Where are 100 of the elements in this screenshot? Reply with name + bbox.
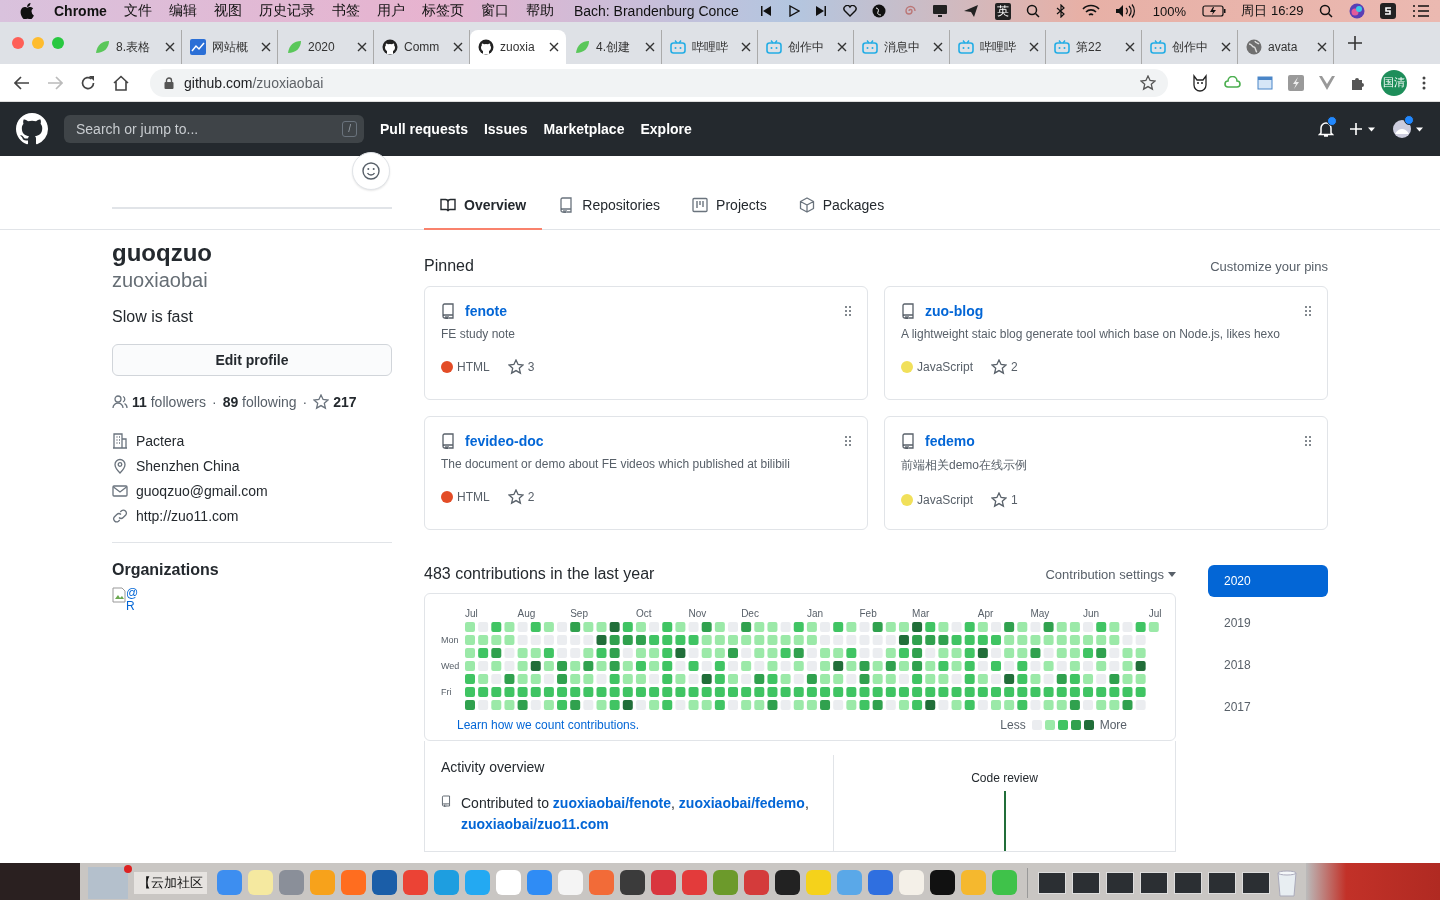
header-link[interactable]: Pull requests: [380, 121, 468, 137]
bell-icon[interactable]: [1318, 120, 1334, 138]
menu-item[interactable]: 历史记录: [258, 2, 315, 20]
contribution-settings-dropdown[interactable]: Contribution settings: [1045, 566, 1176, 582]
cloud-icon[interactable]: [1224, 75, 1242, 90]
drag-handle-icon[interactable]: [1305, 436, 1311, 446]
menu-item[interactable]: 窗口: [480, 2, 509, 20]
learn-contributions-link[interactable]: Learn how we count contributions.: [457, 718, 640, 732]
play-icon[interactable]: [787, 5, 800, 17]
profile-tab[interactable]: Overview: [424, 182, 543, 230]
menu-item[interactable]: 书签: [331, 2, 360, 20]
profile-link[interactable]: guoqzuo@gmail.com: [136, 482, 268, 499]
header-link[interactable]: Marketplace: [543, 121, 625, 137]
window-icon[interactable]: [1257, 75, 1273, 90]
menu-item[interactable]: 文件: [123, 2, 152, 20]
home-icon[interactable]: [113, 74, 129, 91]
window-thumbnail[interactable]: [1038, 871, 1066, 894]
bluetooth-icon[interactable]: [1056, 4, 1066, 18]
paper-plane-icon[interactable]: [963, 4, 980, 18]
close-icon[interactable]: [357, 42, 367, 52]
close-icon[interactable]: [453, 42, 463, 52]
menu-item[interactable]: 视图: [213, 2, 242, 20]
menu-item[interactable]: 帮助: [525, 2, 554, 20]
apple-icon[interactable]: [20, 3, 34, 19]
app-menu[interactable]: Chrome: [54, 3, 107, 19]
lightning-icon[interactable]: [1288, 74, 1304, 91]
input-method[interactable]: 英: [994, 2, 1011, 20]
app-icon[interactable]: [775, 870, 800, 895]
github-logo-icon[interactable]: [16, 113, 48, 145]
header-link[interactable]: Explore: [640, 121, 692, 137]
header-link[interactable]: Issues: [483, 121, 528, 137]
close-icon[interactable]: [837, 42, 847, 52]
vue-icon[interactable]: [1319, 75, 1335, 90]
profile-tab[interactable]: Repositories: [542, 182, 677, 230]
window-thumbnail[interactable]: [1140, 871, 1168, 894]
clock[interactable]: 周日 16:29: [1241, 2, 1304, 20]
year-filter[interactable]: 2019: [1208, 607, 1328, 639]
battery-icon[interactable]: [1201, 5, 1226, 17]
drag-handle-icon[interactable]: [1305, 306, 1311, 316]
star-count[interactable]: 3: [527, 360, 535, 374]
close-icon[interactable]: [741, 42, 751, 52]
profile-tab[interactable]: Packages: [782, 182, 901, 230]
heart-icon[interactable]: [842, 5, 857, 17]
window-thumbnail[interactable]: [88, 866, 128, 899]
window-thumbnail[interactable]: [1208, 871, 1236, 894]
edit-profile-button[interactable]: Edit profile: [112, 344, 392, 376]
repo-link[interactable]: zuoxiaobai/zuo11.com: [461, 816, 609, 832]
window-title[interactable]: 【云加社区: [134, 871, 207, 894]
monitor-icon[interactable]: [931, 4, 948, 18]
orb-icon[interactable]: [1348, 3, 1365, 19]
repo-link[interactable]: zuoxiaobai/fedemo: [678, 795, 805, 811]
followers-link[interactable]: 11 followers: [132, 394, 206, 410]
app-icon[interactable]: [620, 870, 645, 895]
browser-tab[interactable]: zuoxia: [470, 30, 566, 64]
close-icon[interactable]: [261, 42, 271, 52]
close-icon[interactable]: [549, 42, 559, 52]
wifi-icon[interactable]: [1081, 4, 1100, 18]
app-icon[interactable]: [930, 870, 955, 895]
address-bar[interactable]: github.com/zuoxiaobai: [150, 68, 1168, 97]
emoji-button[interactable]: [352, 152, 390, 190]
menu-item[interactable]: 用户: [376, 2, 405, 20]
back-icon[interactable]: [14, 75, 30, 90]
customize-pins-link[interactable]: Customize your pins: [1210, 258, 1328, 274]
reload-icon[interactable]: [80, 74, 96, 91]
window-thumbnail[interactable]: [1242, 871, 1270, 894]
lock-icon[interactable]: [164, 76, 174, 89]
repo-link[interactable]: zuoxiaobai/fenote: [552, 795, 672, 811]
more-icon[interactable]: [1422, 75, 1426, 90]
close-icon[interactable]: [1125, 42, 1135, 52]
repo-link[interactable]: fedemo: [925, 433, 975, 449]
year-filter[interactable]: 2017: [1208, 691, 1328, 723]
year-filter[interactable]: 2018: [1208, 649, 1328, 681]
drag-handle-icon[interactable]: [845, 306, 851, 316]
close-icon[interactable]: [1317, 42, 1327, 52]
new-tab-icon[interactable]: [1348, 36, 1362, 50]
close-icon[interactable]: [645, 42, 655, 52]
window-thumbnail[interactable]: [1072, 871, 1100, 894]
window-thumbnail[interactable]: [1106, 871, 1134, 894]
list-icon[interactable]: [1411, 4, 1430, 18]
next-track-icon[interactable]: [815, 5, 828, 17]
search-icon[interactable]: [1319, 4, 1334, 18]
star-count[interactable]: 2: [1011, 360, 1018, 374]
previous-track-icon[interactable]: [759, 5, 772, 17]
cat-icon[interactable]: [1191, 73, 1209, 92]
search-icon[interactable]: [1026, 4, 1041, 18]
star-icon[interactable]: [1140, 74, 1156, 91]
repo-link[interactable]: fevideo-doc: [465, 433, 544, 449]
avatar-dropdown-icon[interactable]: [1392, 119, 1424, 139]
globe-icon[interactable]: [872, 4, 887, 18]
menu-item[interactable]: 编辑: [168, 2, 197, 20]
star-count[interactable]: 2: [527, 490, 535, 504]
year-filter[interactable]: 2020: [1208, 565, 1328, 597]
repo-link[interactable]: zuo-blog: [925, 303, 984, 319]
menu-item[interactable]: 标签页: [421, 2, 464, 20]
drag-handle-icon[interactable]: [845, 436, 851, 446]
repo-link[interactable]: fenote: [465, 303, 507, 319]
volume-icon[interactable]: [1115, 4, 1138, 18]
profile-link[interactable]: http://zuo11.com: [136, 507, 239, 524]
following-link[interactable]: 89 following: [222, 394, 297, 410]
close-icon[interactable]: [933, 42, 943, 52]
